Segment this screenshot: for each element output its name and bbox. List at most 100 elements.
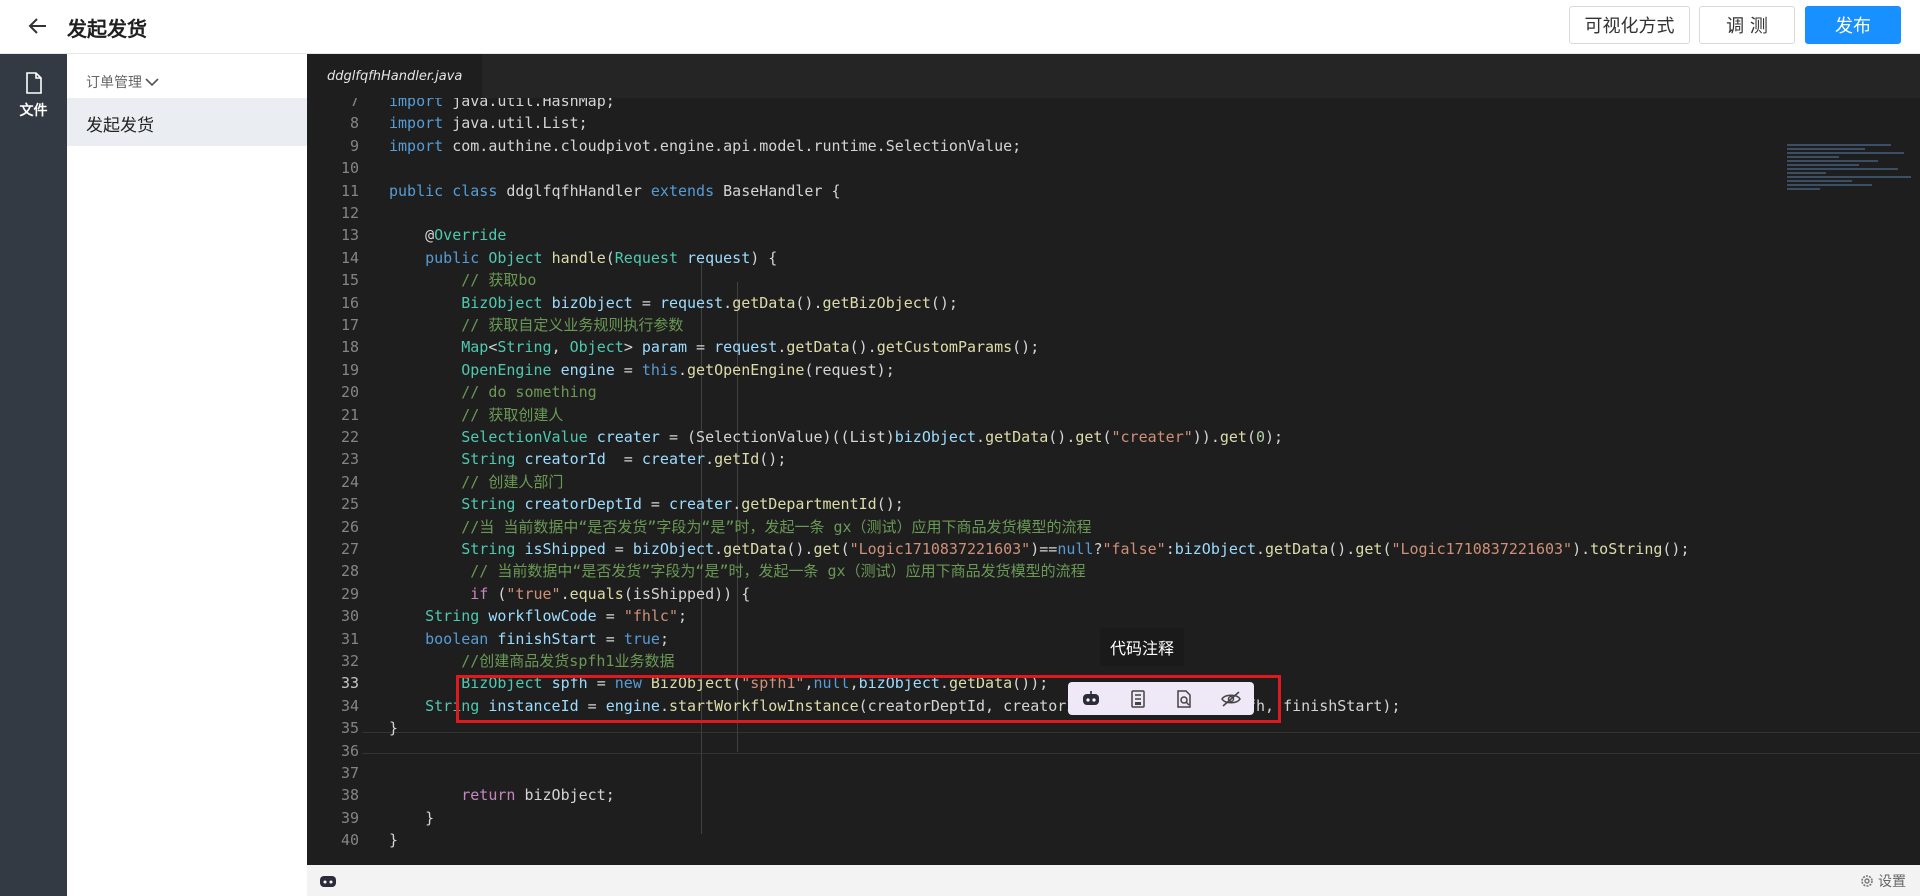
code-line-24[interactable]: 24 // 创建人部门 bbox=[307, 471, 1920, 493]
code-line-21[interactable]: 21 // 获取创建人 bbox=[307, 404, 1920, 426]
line-code: String isShipped = bizObject.getData().g… bbox=[461, 540, 1690, 558]
line-code: String workflowCode = "fhlc"; bbox=[425, 607, 688, 626]
code-line-26[interactable]: 26 //当 当前数据中“是否发货”字段为“是”时，发起一条 gx（测试）应用下… bbox=[307, 516, 1920, 538]
line-code: import java.util.HashMap; bbox=[389, 98, 615, 110]
left-rail: 文件 bbox=[0, 54, 67, 896]
back-arrow-icon[interactable] bbox=[26, 14, 50, 38]
code-line-22[interactable]: 22 SelectionValue creater = (SelectionVa… bbox=[307, 426, 1920, 448]
line-code: } bbox=[389, 719, 399, 738]
line-code: // 创建人部门 bbox=[461, 472, 564, 491]
code-line-7[interactable]: 7 import java.util.HashMap; bbox=[307, 98, 1920, 112]
line-number: 20 bbox=[340, 383, 359, 402]
code-line-40[interactable]: 40} bbox=[307, 829, 1920, 851]
page-title: 发起发货 bbox=[67, 17, 147, 41]
ai-assistant-icon[interactable] bbox=[319, 873, 337, 889]
code-line-20[interactable]: 20 // do something bbox=[307, 381, 1920, 403]
line-number: 18 bbox=[340, 338, 359, 357]
nav-item-label: 发起发货 bbox=[86, 116, 154, 136]
publish-button[interactable]: 发布 bbox=[1805, 6, 1901, 44]
code-line-11[interactable]: 11 public class ddglfqfhHandler extends B… bbox=[307, 180, 1920, 202]
line-number: 31 bbox=[340, 629, 359, 648]
line-code: public Object handle(Request request) { bbox=[425, 248, 778, 267]
line-code: // 获取创建人 bbox=[461, 405, 564, 424]
line-code: } bbox=[389, 831, 399, 850]
code-line-38[interactable]: 38 return bizObject; bbox=[307, 784, 1920, 806]
code-line-36[interactable]: 36 bbox=[307, 740, 1920, 762]
code-area[interactable]: 7 import java.util.HashMap; 8 import java.u… bbox=[307, 98, 1920, 865]
ai-assistant-icon[interactable] bbox=[1079, 687, 1103, 711]
line-code: Map<String, Object> param = request.getD… bbox=[461, 338, 1040, 357]
line-code: } bbox=[389, 808, 435, 827]
code-line-18[interactable]: 18 Map<String, Object> param = request.g… bbox=[307, 336, 1920, 358]
line-number: 34 bbox=[340, 696, 359, 715]
line-code: BizObject bizObject = request.getData().… bbox=[461, 293, 958, 312]
line-number: 26 bbox=[340, 517, 359, 536]
code-line-17[interactable]: 17 // 获取自定义业务规则执行参数 bbox=[307, 314, 1920, 336]
rail-item-file[interactable]: 文件 bbox=[0, 64, 67, 124]
line-number: 30 bbox=[340, 607, 359, 626]
line-number: 33 bbox=[340, 674, 359, 693]
line-number: 23 bbox=[340, 450, 359, 469]
line-code: import com.authine.cloudpivot.engine.api… bbox=[389, 136, 1022, 155]
line-number: 24 bbox=[340, 472, 359, 491]
code-line-15[interactable]: 15 // 获取bo bbox=[307, 269, 1920, 291]
debug-button[interactable]: 调 测 bbox=[1699, 6, 1795, 44]
code-line-12[interactable]: 12 bbox=[307, 202, 1920, 224]
nav-group-order-management[interactable]: 订单管理 bbox=[86, 72, 160, 92]
code-line-28[interactable]: 28 // 当前数据中“是否发货”字段为“是”时，发起一条 gx（测试）应用下商… bbox=[307, 560, 1920, 582]
tab-ddglfqfhhandler[interactable]: ddglfqfhHandler.java bbox=[307, 54, 483, 98]
line-number: 19 bbox=[340, 360, 359, 379]
code-line-37[interactable]: 37 bbox=[307, 762, 1920, 784]
line-code: public class ddglfqfhHandler extends Bas… bbox=[389, 181, 841, 200]
line-number: 13 bbox=[340, 226, 359, 245]
file-icon bbox=[25, 72, 42, 94]
settings-button[interactable]: 设置 bbox=[1860, 871, 1906, 891]
rail-file-label: 文件 bbox=[19, 103, 48, 119]
line-number: 25 bbox=[340, 495, 359, 514]
code-line-23[interactable]: 23 String creatorId = creater.getId(); bbox=[307, 448, 1920, 470]
code-line-29[interactable]: 29 if ("true".equals(isShipped)) { bbox=[307, 583, 1920, 605]
hide-icon[interactable] bbox=[1219, 687, 1243, 711]
code-line-19[interactable]: 19 OpenEngine engine = this.getOpenEngin… bbox=[307, 359, 1920, 381]
line-code: OpenEngine engine = this.getOpenEngine(r… bbox=[461, 360, 895, 379]
code-line-25[interactable]: 25 String creatorDeptId = creater.getDep… bbox=[307, 493, 1920, 515]
code-line-39[interactable]: 39 } bbox=[307, 807, 1920, 829]
line-code: if ("true".equals(isShipped)) { bbox=[470, 584, 751, 603]
code-line-14[interactable]: 14 public Object handle(Request request)… bbox=[307, 247, 1920, 269]
code-line-10[interactable]: 10 bbox=[307, 157, 1920, 179]
file-navigator: 订单管理 发起发货 bbox=[67, 54, 308, 896]
settings-label: 设置 bbox=[1878, 874, 1906, 890]
chevron-down-icon bbox=[145, 78, 159, 87]
line-number: 12 bbox=[340, 204, 359, 222]
gear-icon bbox=[1861, 875, 1873, 887]
code-line-16[interactable]: 16 BizObject bizObject = request.getData… bbox=[307, 292, 1920, 314]
line-number: 21 bbox=[340, 405, 359, 424]
line-number: 10 bbox=[340, 159, 359, 178]
nav-item-fqfh[interactable]: 发起发货 bbox=[67, 98, 307, 146]
line-number: 40 bbox=[340, 831, 359, 850]
line-number: 16 bbox=[340, 293, 359, 312]
status-bar: 设置 bbox=[307, 865, 1920, 896]
code-line-13[interactable]: 13 @Override bbox=[307, 224, 1920, 246]
line-number: 14 bbox=[340, 248, 359, 267]
line-number: 38 bbox=[340, 786, 359, 805]
nav-group-label: 订单管理 bbox=[86, 75, 142, 91]
code-line-8[interactable]: 8 import java.util.List; bbox=[307, 112, 1920, 134]
line-number: 27 bbox=[340, 540, 359, 558]
code-line-27[interactable]: 27 String isShipped = bizObject.getData(… bbox=[307, 538, 1920, 560]
code-explain-icon[interactable] bbox=[1172, 687, 1196, 711]
line-number: 37 bbox=[340, 764, 359, 782]
line-code: boolean finishStart = true; bbox=[425, 629, 669, 648]
line-number: 39 bbox=[340, 808, 359, 827]
visual-mode-button[interactable]: 可视化方式 bbox=[1569, 6, 1690, 44]
line-code: return bizObject; bbox=[461, 786, 615, 805]
line-number: 7 bbox=[349, 98, 359, 110]
code-editor[interactable]: ddglfqfhHandler.java 7 import java.util.H… bbox=[307, 54, 1920, 865]
code-line-9[interactable]: 9 import com.authine.cloudpivot.engine.ap… bbox=[307, 135, 1920, 157]
line-number: 8 bbox=[349, 114, 359, 133]
line-number: 22 bbox=[340, 428, 359, 446]
app-header: 发起发货 可视化方式 调 测 发布 bbox=[0, 0, 1920, 54]
line-number: 29 bbox=[340, 584, 359, 603]
code-line-30[interactable]: 30 String workflowCode = "fhlc"; bbox=[307, 605, 1920, 627]
code-comment-icon[interactable] bbox=[1126, 687, 1150, 711]
